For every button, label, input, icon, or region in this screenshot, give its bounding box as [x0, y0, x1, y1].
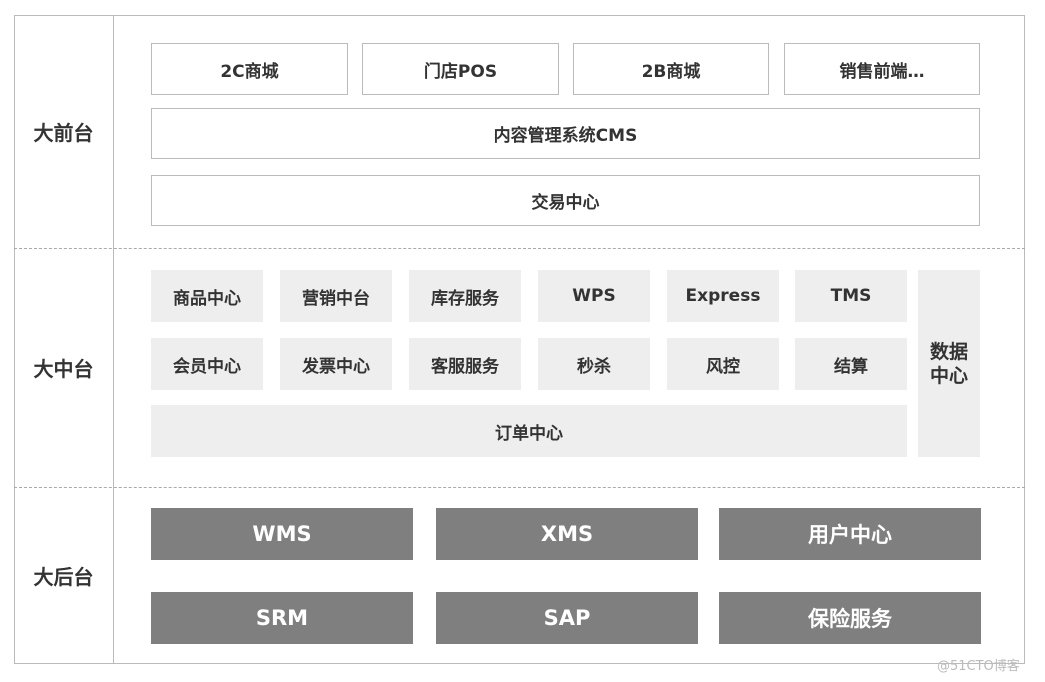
layer-label-back: 大后台: [33, 565, 94, 589]
backend-system-box: 保险服务: [719, 592, 981, 644]
service-box: Express: [667, 270, 779, 322]
backend-system-box: WMS: [151, 508, 413, 560]
service-box: 结算: [795, 338, 907, 390]
service-box: 发票中心: [280, 338, 392, 390]
backend-system-box: SRM: [151, 592, 413, 644]
divider-middle-back: [14, 487, 1025, 488]
data-center-box: 数据 中心: [918, 270, 980, 457]
cms-box: 内容管理系统CMS: [151, 108, 980, 159]
service-box: 库存服务: [409, 270, 521, 322]
layer-label-middle: 大中台: [33, 357, 94, 381]
backend-system-box: 用户中心: [719, 508, 981, 560]
backend-system-box: SAP: [436, 592, 698, 644]
divider-front-middle: [14, 248, 1025, 249]
service-box: WPS: [538, 270, 650, 322]
service-box: 秒杀: [538, 338, 650, 390]
channel-box: 门店POS: [362, 43, 559, 95]
backend-system-box: XMS: [436, 508, 698, 560]
service-box: 会员中心: [151, 338, 263, 390]
trade-center-box: 交易中心: [151, 175, 980, 226]
service-box: 商品中心: [151, 270, 263, 322]
order-center-box: 订单中心: [151, 405, 907, 457]
service-box: 客服服务: [409, 338, 521, 390]
channel-box: 销售前端…: [784, 43, 980, 95]
layer-label-front: 大前台: [33, 121, 94, 145]
watermark: @51CTO博客: [937, 659, 1020, 674]
channel-box: 2B商城: [573, 43, 769, 95]
service-box: 营销中台: [280, 270, 392, 322]
channel-box: 2C商城: [151, 43, 348, 95]
service-box: 风控: [667, 338, 779, 390]
service-box: TMS: [795, 270, 907, 322]
layer-column-divider: [113, 15, 114, 664]
